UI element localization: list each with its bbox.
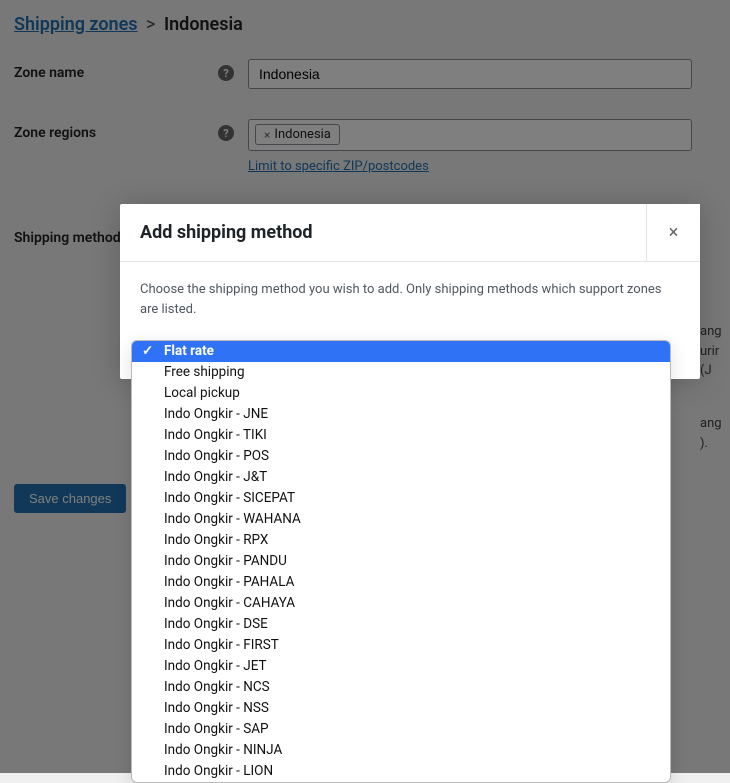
dropdown-option[interactable]: Free shipping [132, 362, 670, 383]
close-icon[interactable]: × [646, 204, 700, 261]
dropdown-option[interactable]: Indo Ongkir - JNE [132, 404, 670, 425]
dropdown-option[interactable]: Indo Ongkir - CAHAYA [132, 593, 670, 614]
dropdown-option[interactable]: Indo Ongkir - TIKI [132, 425, 670, 446]
dropdown-option[interactable]: Indo Ongkir - NSS [132, 698, 670, 719]
dropdown-option[interactable]: Indo Ongkir - LION [132, 761, 670, 782]
dropdown-option[interactable]: Indo Ongkir - PAHALA [132, 572, 670, 593]
dropdown-option[interactable]: Indo Ongkir - PANDU [132, 551, 670, 572]
dropdown-option[interactable]: Indo Ongkir - SAP [132, 719, 670, 740]
modal-header: Add shipping method × [120, 204, 700, 262]
dropdown-option[interactable]: Flat rate [132, 341, 670, 362]
dropdown-option[interactable]: Indo Ongkir - FIRST [132, 635, 670, 656]
dropdown-option[interactable]: Indo Ongkir - DSE [132, 614, 670, 635]
modal-title: Add shipping method [140, 222, 313, 243]
dropdown-option[interactable]: Indo Ongkir - WAHANA [132, 509, 670, 530]
dropdown-option[interactable]: Indo Ongkir - RPX [132, 530, 670, 551]
dropdown-option[interactable]: Indo Ongkir - NCS [132, 677, 670, 698]
dropdown-option[interactable]: Indo Ongkir - SICEPAT [132, 488, 670, 509]
shipping-method-dropdown[interactable]: Flat rateFree shippingLocal pickupIndo O… [131, 340, 671, 783]
dropdown-option[interactable]: Indo Ongkir - POS [132, 446, 670, 467]
dropdown-option[interactable]: Indo Ongkir - NINJA [132, 740, 670, 761]
dropdown-option[interactable]: Local pickup [132, 383, 670, 404]
modal-description: Choose the shipping method you wish to a… [140, 280, 680, 319]
dropdown-option[interactable]: Indo Ongkir - J&T [132, 467, 670, 488]
dropdown-option[interactable]: Indo Ongkir - JET [132, 656, 670, 677]
